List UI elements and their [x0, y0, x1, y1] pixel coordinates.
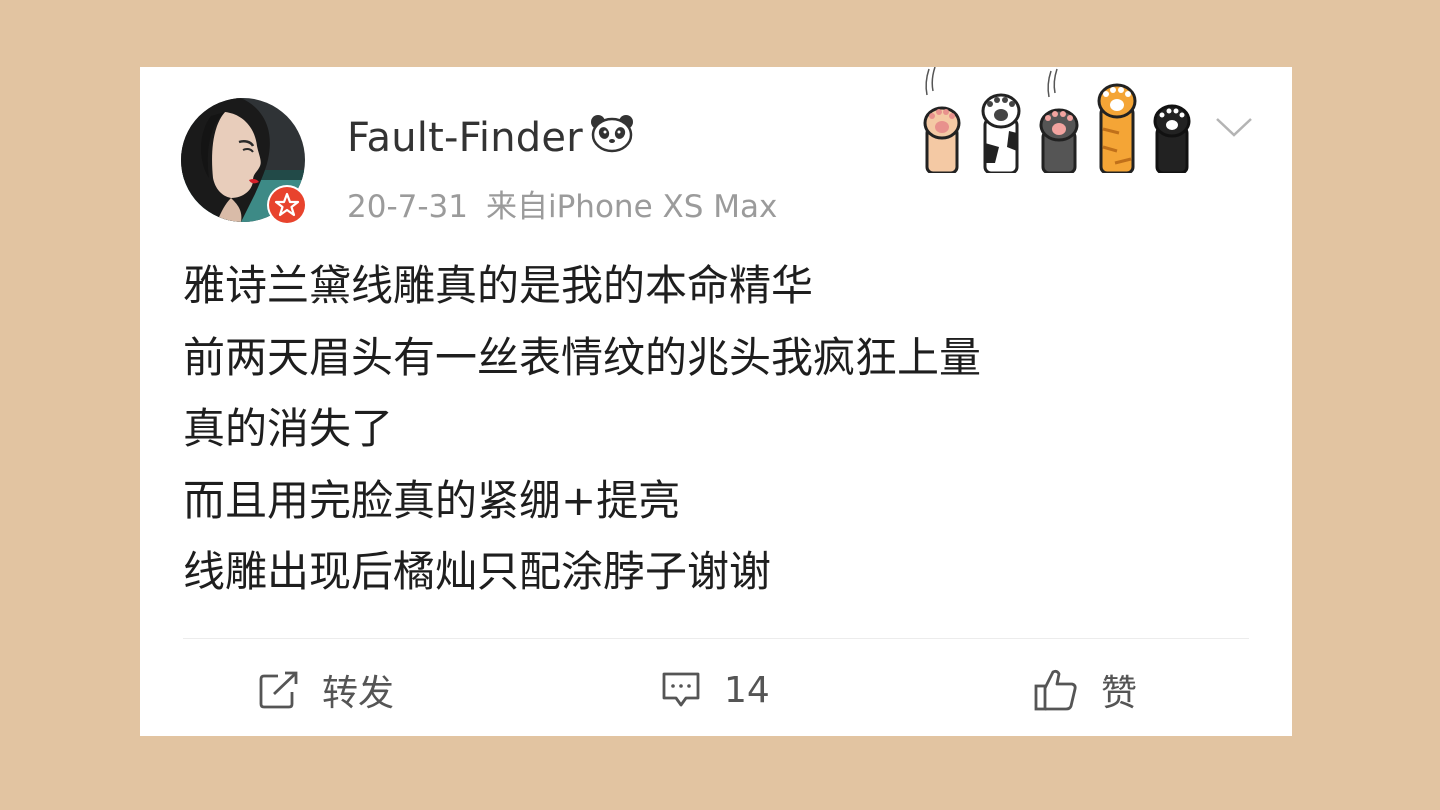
username[interactable]: Fault-Finder — [347, 113, 635, 163]
comment-icon — [662, 672, 700, 707]
content-line: 雅诗兰黛线雕真的是我的本命精华 — [183, 261, 814, 310]
repost-icon — [259, 671, 298, 709]
verified-badge-icon — [267, 185, 307, 225]
post-source: 来自iPhone XS Max — [486, 189, 778, 225]
content-line: 而且用完脸真的紧绷+提亮 — [183, 475, 681, 525]
comment-count: 14 — [724, 669, 770, 711]
username-text[interactable]: Fault-Finder — [347, 115, 583, 161]
content-line: 真的消失了 — [183, 404, 394, 453]
repost-button[interactable]: 转发 — [258, 665, 394, 715]
weibo-post-card: Fault-Finder 20-7-31 来自iPhone XS Max 雅诗兰… — [140, 66, 1292, 736]
cat-paws-icon — [919, 66, 1209, 175]
repost-label: 转发 — [322, 673, 395, 714]
like-label: 赞 — [1101, 673, 1138, 714]
content-line: 前两天眉头有一丝表情纹的兆头我疯狂上量 — [183, 332, 982, 382]
post-meta: 20-7-31 来自iPhone XS Max — [347, 181, 777, 226]
divider — [183, 638, 1249, 639]
chevron-down-icon[interactable] — [1214, 113, 1254, 147]
content-line: 线雕出现后橘灿只配涂脖子谢谢 — [183, 547, 772, 596]
post-content: 雅诗兰黛线雕真的是我的本命精华 前两天眉头有一丝表情纹的兆头我疯狂上量 真的消失… — [183, 250, 1243, 608]
post-date: 20-7-31 — [347, 189, 468, 225]
panda-icon — [589, 113, 635, 163]
comment-button[interactable]: 14 — [660, 665, 770, 715]
like-button[interactable]: 赞 — [1033, 665, 1137, 715]
thumbs-up-icon — [1034, 669, 1077, 711]
